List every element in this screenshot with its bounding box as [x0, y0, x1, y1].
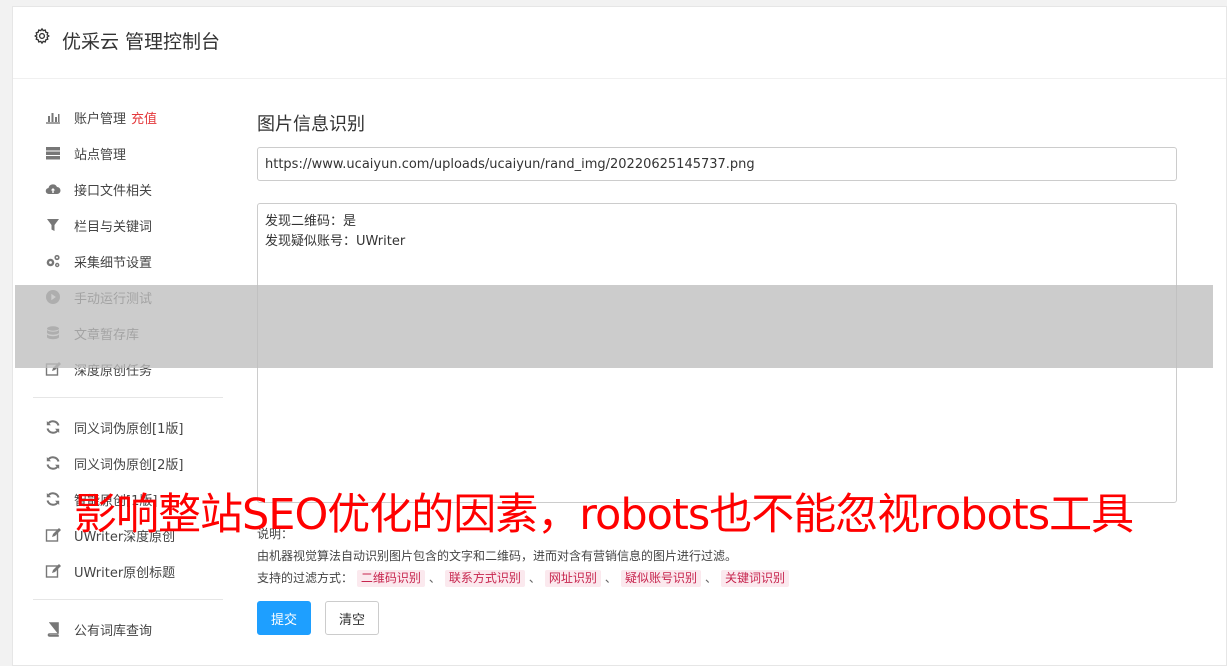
- filter-tag: 二维码识别: [356, 570, 425, 587]
- sidebar-item-label: 同义词伪原创[2版]: [74, 457, 184, 473]
- cloud-upload-icon: [44, 180, 62, 198]
- filter-tag: 疑似账号识别: [620, 570, 701, 587]
- page-title: 图片信息识别: [257, 114, 365, 135]
- image-url-input[interactable]: [257, 147, 1177, 181]
- filter-icon: [44, 216, 62, 234]
- filter-tag: 网址识别: [544, 570, 601, 587]
- sidebar-item-account[interactable]: 账户管理 充值: [33, 99, 223, 135]
- play-circle-icon: [44, 288, 62, 306]
- console-header: 优采云 管理控制台: [13, 7, 1226, 79]
- sidebar-item-synonym-v1[interactable]: 同义词伪原创[1版]: [33, 409, 223, 445]
- filter-sep: 、: [428, 571, 441, 585]
- sidebar-item-label: 公有词库查询: [74, 623, 153, 639]
- gear-icon: [33, 27, 51, 45]
- gears-icon: [44, 252, 62, 270]
- sidebar-divider: [33, 397, 223, 398]
- sidebar-item-manual-test[interactable]: 手动运行测试: [33, 279, 223, 315]
- sidebar-item-label: 手动运行测试: [74, 291, 153, 307]
- bar-chart-icon: [44, 108, 62, 126]
- filter-sep: 、: [704, 571, 717, 585]
- sidebar: 账户管理 充值 站点管理 接口文件相关 栏目与关键词 采集细节设置 手动运行测试…: [33, 99, 223, 647]
- refresh-icon: [44, 490, 62, 508]
- sidebar-item-deep-original[interactable]: 深度原创任务: [33, 351, 223, 387]
- refresh-icon: [44, 454, 62, 472]
- sidebar-item-label: 文章暂存库: [74, 327, 140, 343]
- edit-icon: [44, 526, 62, 544]
- filter-tag: 关键词识别: [720, 570, 789, 587]
- submit-button[interactable]: 提交: [257, 601, 311, 635]
- sidebar-item-article-store[interactable]: 文章暂存库: [33, 315, 223, 351]
- refresh-icon: [44, 418, 62, 436]
- sidebar-item-label: 采集细节设置: [74, 255, 153, 271]
- sidebar-item-uwriter-title[interactable]: UWriter原创标题: [33, 553, 223, 589]
- console-title: 优采云 管理控制台: [62, 31, 221, 53]
- filter-sep: 、: [528, 571, 541, 585]
- sidebar-item-columns-keywords[interactable]: 栏目与关键词: [33, 207, 223, 243]
- book-icon: [44, 620, 62, 638]
- sidebar-item-label: 深度原创任务: [74, 363, 153, 379]
- filter-label: 支持的过滤方式：: [257, 571, 354, 585]
- filter-methods: 支持的过滤方式： 二维码识别、联系方式识别、网址识别、疑似账号识别、关键词识别: [257, 567, 1177, 589]
- database-icon: [44, 324, 62, 342]
- sidebar-item-label: UWriter原创标题: [74, 565, 176, 581]
- sidebar-item-label: 接口文件相关: [74, 183, 153, 199]
- console-card: 优采云 管理控制台 账户管理 充值 站点管理 接口文件相关 栏目与关键词 采集细…: [12, 6, 1227, 666]
- result-textarea[interactable]: 发现二维码：是 发现疑似账号：UWriter: [257, 203, 1177, 503]
- sidebar-item-label: 站点管理: [74, 147, 127, 163]
- note-text: 由机器视觉算法自动识别图片包含的文字和二维码，进而对含有营销信息的图片进行过滤。: [257, 549, 738, 563]
- filter-sep: 、: [604, 571, 617, 585]
- sidebar-item-label: 栏目与关键词: [74, 219, 153, 235]
- recharge-link[interactable]: 充值: [131, 108, 157, 127]
- action-buttons: 提交 清空: [257, 601, 379, 635]
- sidebar-item-label: 账户管理: [74, 111, 127, 127]
- edit-icon: [44, 360, 62, 378]
- filter-tag: 联系方式识别: [444, 570, 525, 587]
- sidebar-item-sites[interactable]: 站点管理: [33, 135, 223, 171]
- sidebar-item-collect-settings[interactable]: 采集细节设置: [33, 243, 223, 279]
- sidebar-divider: [33, 599, 223, 600]
- sidebar-item-api-files[interactable]: 接口文件相关: [33, 171, 223, 207]
- result-line: 发现二维码：是: [265, 214, 357, 229]
- edit-icon: [44, 562, 62, 580]
- sidebar-item-public-lexicon[interactable]: 公有词库查询: [33, 611, 223, 647]
- clear-button[interactable]: 清空: [325, 601, 379, 635]
- watermark-text: 影响整站SEO优化的因素，robots也不能忽视robots工具: [74, 490, 1134, 540]
- sidebar-item-synonym-v2[interactable]: 同义词伪原创[2版]: [33, 445, 223, 481]
- server-icon: [44, 144, 62, 162]
- sidebar-item-label: 同义词伪原创[1版]: [74, 421, 184, 437]
- result-line: 发现疑似账号：UWriter: [265, 234, 406, 249]
- main-panel: 图片信息识别 发现二维码：是 发现疑似账号：UWriter 说明： 由机器视觉算…: [257, 107, 1177, 635]
